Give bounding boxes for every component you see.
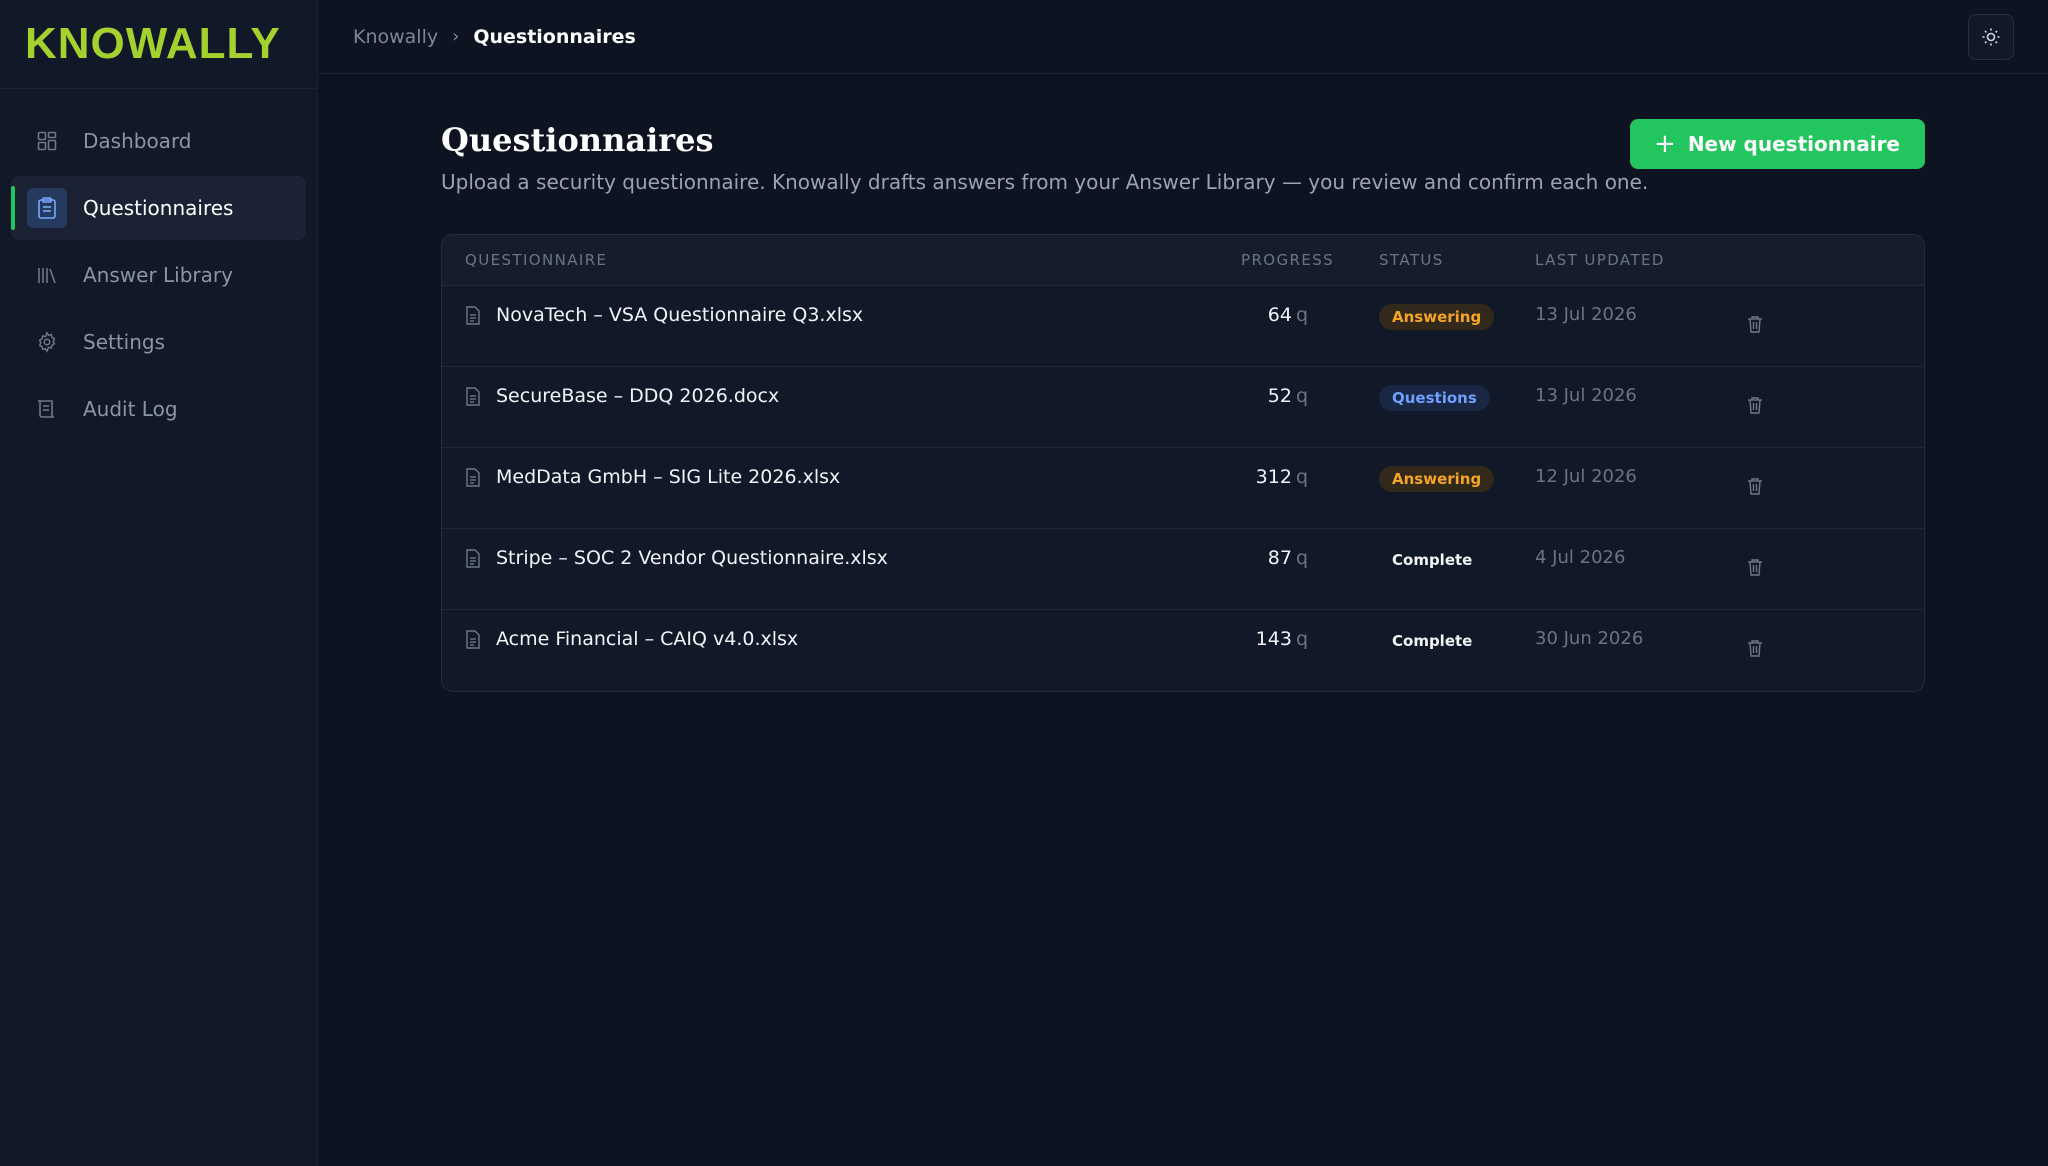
delete-button[interactable] bbox=[1743, 636, 1767, 660]
table-row[interactable]: NovaTech – VSA Questionnaire Q3.xlsx 64 q… bbox=[442, 286, 1924, 367]
table-row[interactable]: MedData GmbH – SIG Lite 2026.xlsx 312 q A… bbox=[442, 448, 1924, 529]
sun-icon bbox=[1981, 27, 2001, 47]
sidebar-nav: Dashboard Questionnaires Answer Library bbox=[0, 89, 317, 441]
progress-cell: 87 q bbox=[1268, 547, 1308, 569]
app-logo[interactable]: KNOWALLY bbox=[25, 22, 281, 66]
questionnaire-name-cell[interactable]: MedData GmbH – SIG Lite 2026.xlsx bbox=[465, 466, 840, 488]
questionnaire-name-cell[interactable]: NovaTech – VSA Questionnaire Q3.xlsx bbox=[465, 304, 863, 326]
question-count: 312 bbox=[1255, 466, 1292, 488]
status-cell: Questions bbox=[1379, 385, 1490, 411]
column-header-questionnaire[interactable]: QUESTIONNAIRE bbox=[465, 251, 607, 269]
file-icon bbox=[465, 548, 483, 568]
progress-cell: 64 q bbox=[1268, 304, 1308, 326]
question-count: 52 bbox=[1267, 385, 1292, 407]
status-badge: Questions bbox=[1379, 385, 1490, 411]
questionnaire-name-cell[interactable]: Acme Financial – CAIQ v4.0.xlsx bbox=[465, 628, 798, 650]
trash-icon bbox=[1748, 559, 1762, 576]
sidebar-item-label: Dashboard bbox=[83, 129, 192, 153]
trash-icon bbox=[1748, 316, 1762, 333]
breadcrumb-separator: › bbox=[452, 26, 460, 47]
table-header: QUESTIONNAIRE PROGRESS STATUS LAST UPDAT… bbox=[442, 235, 1924, 286]
status-badge: Answering bbox=[1379, 304, 1495, 330]
file-icon bbox=[465, 305, 483, 325]
trash-icon bbox=[1748, 478, 1762, 495]
file-icon bbox=[465, 629, 483, 649]
status-badge: Answering bbox=[1379, 466, 1495, 492]
last-updated-cell: 12 Jul 2026 bbox=[1535, 466, 1637, 487]
scroll-log-icon bbox=[33, 395, 61, 423]
questionnaire-name: Acme Financial – CAIQ v4.0.xlsx bbox=[496, 628, 799, 650]
question-count: 64 bbox=[1267, 304, 1292, 326]
sidebar-item-settings[interactable]: Settings bbox=[11, 310, 306, 374]
question-unit: q bbox=[1295, 385, 1308, 407]
theme-toggle-button[interactable] bbox=[1968, 14, 2014, 60]
questionnaire-name: MedData GmbH – SIG Lite 2026.xlsx bbox=[496, 466, 841, 488]
status-badge: Complete bbox=[1392, 551, 1473, 569]
sidebar-item-label: Settings bbox=[83, 330, 166, 354]
new-questionnaire-button[interactable]: + New questionnaire bbox=[1630, 119, 1925, 169]
column-header-progress[interactable]: PROGRESS bbox=[1241, 251, 1334, 269]
questionnaires-table: QUESTIONNAIRE PROGRESS STATUS LAST UPDAT… bbox=[441, 234, 1925, 692]
questionnaire-name: SecureBase – DDQ 2026.docx bbox=[496, 385, 780, 407]
status-badge: Complete bbox=[1392, 632, 1473, 650]
column-header-last-updated[interactable]: LAST UPDATED bbox=[1535, 251, 1665, 269]
plus-icon: + bbox=[1654, 129, 1676, 159]
column-header-status[interactable]: STATUS bbox=[1379, 251, 1444, 269]
progress-cell: 312 q bbox=[1256, 466, 1308, 488]
logo-area: KNOWALLY bbox=[0, 0, 317, 89]
sidebar-item-label: Audit Log bbox=[83, 397, 178, 421]
status-cell: Answering bbox=[1379, 466, 1495, 492]
gear-icon bbox=[33, 328, 61, 356]
questionnaire-name-cell[interactable]: SecureBase – DDQ 2026.docx bbox=[465, 385, 779, 407]
table-row[interactable]: Acme Financial – CAIQ v4.0.xlsx 143 q Com… bbox=[442, 610, 1924, 691]
breadcrumb-root-link[interactable]: Knowally bbox=[353, 26, 438, 48]
question-count: 87 bbox=[1267, 547, 1292, 569]
questionnaire-name: NovaTech – VSA Questionnaire Q3.xlsx bbox=[496, 304, 864, 326]
delete-button[interactable] bbox=[1743, 312, 1767, 336]
questionnaire-name: Stripe – SOC 2 Vendor Questionnaire.xlsx bbox=[496, 547, 888, 569]
status-cell: Complete bbox=[1379, 547, 1485, 573]
page-subtitle: Upload a security questionnaire. Knowall… bbox=[441, 170, 1649, 194]
progress-cell: 143 q bbox=[1256, 628, 1308, 650]
question-unit: q bbox=[1295, 304, 1308, 326]
library-books-icon bbox=[33, 261, 61, 289]
table-row[interactable]: Stripe – SOC 2 Vendor Questionnaire.xlsx… bbox=[442, 529, 1924, 610]
sidebar-item-dashboard[interactable]: Dashboard bbox=[11, 109, 306, 173]
last-updated-cell: 4 Jul 2026 bbox=[1535, 547, 1626, 568]
sidebar-item-label: Answer Library bbox=[83, 263, 233, 287]
page-header: Questionnaires Upload a security questio… bbox=[441, 118, 1925, 194]
question-unit: q bbox=[1295, 547, 1308, 569]
last-updated-cell: 13 Jul 2026 bbox=[1535, 385, 1637, 406]
question-unit: q bbox=[1295, 628, 1308, 650]
questionnaire-name-cell[interactable]: Stripe – SOC 2 Vendor Questionnaire.xlsx bbox=[465, 547, 888, 569]
file-icon bbox=[465, 386, 483, 406]
file-icon bbox=[465, 467, 483, 487]
clipboard-icon bbox=[27, 188, 67, 228]
main-content: Questionnaires Upload a security questio… bbox=[441, 118, 1925, 692]
status-cell: Answering bbox=[1379, 304, 1495, 330]
question-count: 143 bbox=[1255, 628, 1292, 650]
table-body: NovaTech – VSA Questionnaire Q3.xlsx 64 q… bbox=[442, 286, 1924, 691]
last-updated-cell: 13 Jul 2026 bbox=[1535, 304, 1637, 325]
sidebar-item-questionnaires[interactable]: Questionnaires bbox=[11, 176, 306, 240]
topbar: Knowally › Questionnaires bbox=[319, 0, 2048, 74]
dashboard-grid-icon bbox=[33, 127, 61, 155]
delete-button[interactable] bbox=[1743, 474, 1767, 498]
sidebar-item-label: Questionnaires bbox=[83, 196, 234, 220]
new-questionnaire-label: New questionnaire bbox=[1687, 132, 1900, 156]
question-unit: q bbox=[1295, 466, 1308, 488]
progress-cell: 52 q bbox=[1268, 385, 1308, 407]
sidebar-item-answer-library[interactable]: Answer Library bbox=[11, 243, 306, 307]
breadcrumb-current: Questionnaires bbox=[473, 25, 636, 48]
table-row[interactable]: SecureBase – DDQ 2026.docx 52 q Questions… bbox=[442, 367, 1924, 448]
sidebar: KNOWALLY Dashboard Questionnaires Answer… bbox=[0, 0, 318, 1166]
status-cell: Complete bbox=[1379, 628, 1485, 654]
breadcrumb: Knowally › Questionnaires bbox=[353, 26, 636, 48]
trash-icon bbox=[1748, 640, 1762, 657]
delete-button[interactable] bbox=[1743, 393, 1767, 417]
delete-button[interactable] bbox=[1743, 555, 1767, 579]
trash-icon bbox=[1748, 397, 1762, 414]
sidebar-item-audit-log[interactable]: Audit Log bbox=[11, 377, 306, 441]
last-updated-cell: 30 Jun 2026 bbox=[1535, 628, 1644, 649]
